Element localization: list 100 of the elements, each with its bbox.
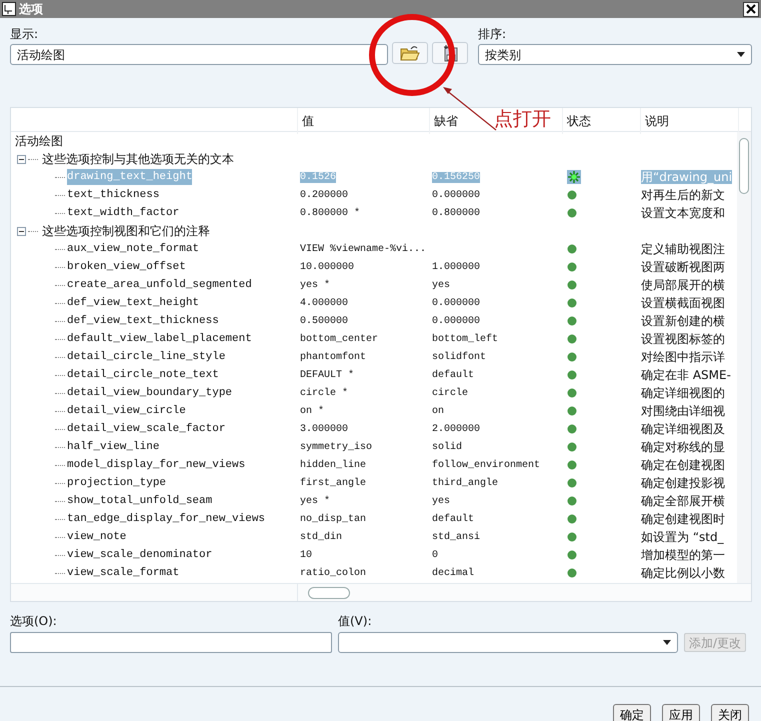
option-name[interactable]: view_note: [67, 528, 126, 546]
option-value: yes *: [300, 496, 330, 506]
option-description: 对再生后的新文: [641, 188, 725, 202]
option-value: yes *: [300, 280, 330, 290]
option-default: third_angle: [432, 478, 498, 488]
annotation-text: 点打开: [494, 107, 551, 132]
option-name[interactable]: create_area_unfold_segmented: [67, 276, 252, 294]
option-value: std_din: [300, 532, 342, 542]
window-title: 选项: [19, 1, 43, 18]
option-description: 定义辅助视图注: [641, 242, 725, 256]
option-default: 0.000000: [432, 190, 480, 200]
display-label: 显示:: [10, 27, 40, 41]
option-default: follow_environment: [432, 460, 540, 470]
column-header[interactable]: 状态: [563, 108, 641, 134]
option-name[interactable]: default_view_label_placement: [67, 330, 252, 348]
value-label: 值(V):: [338, 614, 373, 628]
option-name[interactable]: def_view_text_height: [67, 294, 200, 312]
tree-group[interactable]: 这些选项控制视图和它们的注释: [42, 222, 210, 240]
option-name[interactable]: aux_view_note_format: [67, 240, 200, 258]
vertical-scrollbar[interactable]: [737, 132, 751, 583]
option-name[interactable]: def_view_text_thickness: [67, 312, 219, 330]
option-name[interactable]: projection_type: [67, 474, 166, 492]
window-icon: [2, 2, 16, 16]
tree-root[interactable]: 活动绘图: [15, 134, 63, 148]
option-description: 确定创建投影视: [641, 476, 725, 490]
collapse-icon[interactable]: [17, 226, 26, 236]
option-description: 设置新创建的横: [641, 314, 725, 328]
option-default: 1.000000: [432, 262, 480, 272]
option-value: 0.500000: [300, 316, 348, 326]
option-default: solidfont: [432, 352, 486, 362]
tree-group[interactable]: 这些选项控制与其他选项无关的文本: [42, 150, 234, 168]
option-default: bottom_left: [432, 334, 498, 344]
option-name[interactable]: tan_edge_display_for_new_views: [67, 510, 266, 528]
option-default: yes: [432, 496, 450, 506]
option-description: 确定创建视图时: [641, 512, 725, 526]
option-description: 确定在非 ASME-: [641, 368, 731, 382]
close-button[interactable]: [743, 2, 759, 16]
option-description: 确定详细视图的: [641, 386, 725, 400]
option-value: hidden_line: [300, 460, 366, 470]
option-default: std_ansi: [432, 532, 480, 542]
option-value: 10: [300, 550, 312, 560]
option-value: 4.000000: [300, 298, 348, 308]
option-default: 2.000000: [432, 424, 480, 434]
option-default: default: [432, 514, 474, 524]
option-value: circle *: [300, 388, 348, 398]
option-name[interactable]: show_total_unfold_seam: [67, 492, 212, 510]
value-combo[interactable]: [338, 632, 678, 653]
option-name[interactable]: text_thickness: [67, 186, 160, 204]
dialog-button[interactable]: 应用: [662, 704, 700, 721]
open-button[interactable]: [392, 42, 428, 64]
option-description: 确定详细视图及: [641, 422, 725, 436]
option-description: 设置视图标签的: [641, 332, 725, 346]
option-default: default: [432, 370, 474, 380]
option-value: 0.200000: [300, 190, 348, 200]
option-name[interactable]: detail_circle_line_style: [67, 348, 226, 366]
dialog-button[interactable]: 确定: [613, 704, 651, 721]
option-value: VIEW %viewname-%vi...: [300, 244, 426, 254]
option-value: bottom_center: [300, 334, 378, 344]
option-value: phantomfont: [300, 352, 366, 362]
option-description: 使局部展开的横: [641, 278, 725, 292]
close-icon: [746, 4, 756, 14]
option-description: 增加模型的第一: [641, 548, 725, 562]
option-name[interactable]: broken_view_offset: [67, 258, 186, 276]
option-name[interactable]: half_view_line: [67, 438, 160, 456]
option-default: on: [432, 406, 444, 416]
dialog-button[interactable]: 关闭: [711, 704, 749, 721]
option-value: 0.1526: [300, 172, 336, 182]
option-value: symmetry_iso: [300, 442, 372, 452]
sort-combo[interactable]: 按类别: [478, 44, 752, 65]
collapse-icon[interactable]: [17, 154, 26, 164]
option-description: 对绘图中指示详: [641, 350, 725, 364]
option-name[interactable]: detail_view_scale_factor: [67, 420, 226, 438]
option-default: circle: [432, 388, 468, 398]
option-name[interactable]: text_width_factor: [67, 204, 180, 222]
folder-open-icon: [400, 45, 420, 61]
column-header[interactable]: 值: [298, 108, 430, 134]
option-description: 对围绕由详细视: [641, 404, 725, 418]
option-description: 确定比例以小数: [641, 566, 725, 580]
option-default: yes: [432, 280, 450, 290]
sort-label: 排序:: [478, 27, 508, 41]
option-description: 设置横截面视图: [641, 296, 725, 310]
option-description: 设置文本宽度和: [641, 206, 725, 220]
option-value: 10.000000: [300, 262, 354, 272]
display-combo[interactable]: 活动绘图: [10, 44, 388, 65]
option-name[interactable]: model_display_for_new_views: [67, 456, 246, 474]
option-name[interactable]: detail_circle_note_text: [67, 366, 219, 384]
option-description: 确定全部展开横: [641, 494, 725, 508]
option-name[interactable]: view_scale_denominator: [67, 546, 212, 564]
option-name[interactable]: detail_view_circle: [67, 402, 186, 420]
option-value: DEFAULT *: [300, 370, 354, 380]
option-input[interactable]: [10, 632, 332, 653]
option-description: 确定对称线的显: [641, 440, 725, 454]
option-default: 0.000000: [432, 316, 480, 326]
option-name[interactable]: view_scale_format: [67, 564, 180, 582]
option-label: 选项(O):: [10, 614, 58, 628]
horizontal-scrollbar[interactable]: [11, 583, 751, 601]
option-default: decimal: [432, 568, 474, 578]
option-name[interactable]: detail_view_boundary_type: [67, 384, 232, 402]
option-default: 0: [432, 550, 438, 560]
dropdown-arrow-icon: [737, 52, 745, 57]
